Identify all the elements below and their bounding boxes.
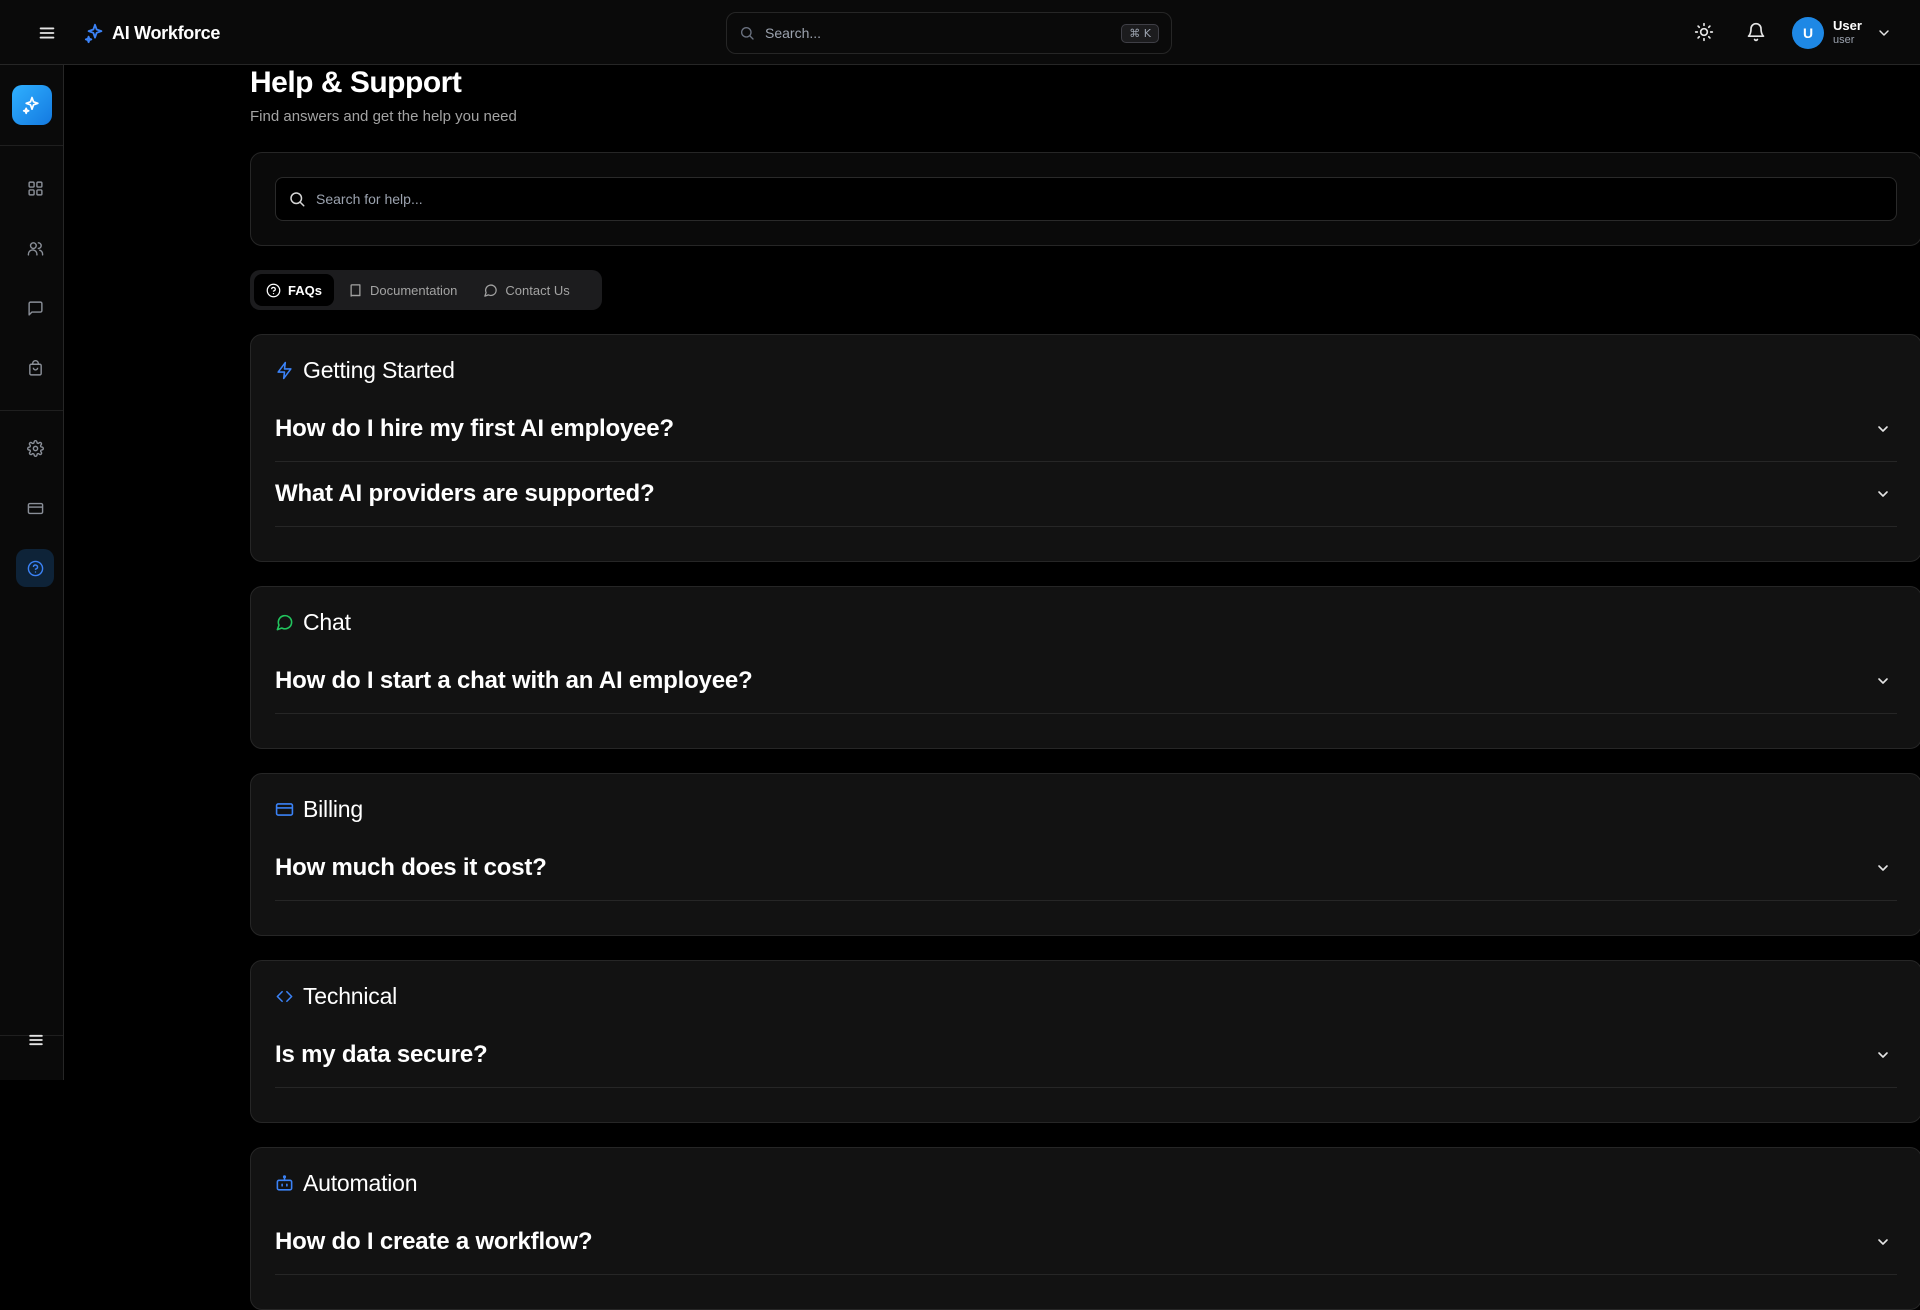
robot-icon: [275, 1174, 294, 1193]
sidebar-divider: [0, 410, 63, 411]
user-name: User: [1833, 18, 1862, 34]
section-title: Billing: [303, 796, 363, 822]
section-title: Automation: [303, 1170, 418, 1196]
search-icon: [739, 25, 755, 41]
faq-question: What AI providers are supported?: [275, 480, 655, 507]
sidebar-item-marketplace[interactable]: [16, 349, 54, 387]
faq-item[interactable]: How do I create a workflow?: [275, 1210, 1897, 1275]
chevron-down-icon: [1875, 1047, 1891, 1063]
chevron-down-icon: [1875, 673, 1891, 689]
message-circle-icon: [483, 283, 498, 298]
tab-label: FAQs: [288, 282, 322, 298]
faq-item[interactable]: How much does it cost?: [275, 836, 1897, 901]
sidebar-item-dashboard[interactable]: [16, 169, 54, 207]
menu-icon[interactable]: [36, 22, 58, 44]
gear-icon: [26, 439, 44, 457]
faq-section-technical: Technical Is my data secure?: [250, 960, 1920, 1123]
chevron-down-icon: [1875, 1234, 1891, 1250]
chevron-down-icon: [1875, 421, 1891, 437]
bell-icon[interactable]: [1746, 22, 1766, 42]
help-search-input[interactable]: [316, 191, 1896, 207]
faq-section-chat: Chat How do I start a chat with an AI em…: [250, 586, 1920, 749]
faq-section-getting-started: Getting Started How do I hire my first A…: [250, 334, 1920, 562]
faq-question: How do I start a chat with an AI employe…: [275, 667, 753, 694]
sparkle-icon: [84, 22, 106, 44]
sidebar-item-help[interactable]: [16, 549, 54, 587]
chevron-down-icon: [1875, 860, 1891, 876]
users-icon: [27, 240, 44, 257]
help-search-card: [250, 152, 1920, 246]
tab-faqs[interactable]: FAQs: [254, 274, 334, 306]
theme-toggle-sun-icon[interactable]: [1694, 22, 1714, 42]
sidebar-item-chat[interactable]: [16, 289, 54, 327]
sidebar: [0, 65, 64, 1080]
section-title: Technical: [303, 983, 398, 1009]
page-title: Help & Support: [250, 66, 462, 99]
avatar: U: [1792, 17, 1824, 49]
code-icon: [275, 987, 294, 1006]
faq-question: Is my data secure?: [275, 1041, 488, 1068]
faq-item[interactable]: How do I hire my first AI employee?: [275, 397, 1897, 462]
sidebar-item-settings[interactable]: [16, 429, 54, 467]
faq-question: How do I hire my first AI employee?: [275, 415, 674, 442]
help-circle-icon: [27, 560, 44, 577]
sidebar-item-billing[interactable]: [16, 489, 54, 527]
faq-item[interactable]: What AI providers are supported?: [275, 462, 1897, 527]
shopping-bag-icon: [27, 359, 44, 377]
chat-icon: [27, 300, 44, 317]
faq-item[interactable]: Is my data secure?: [275, 1023, 1897, 1088]
brand[interactable]: AI Workforce: [84, 20, 220, 46]
tab-label: Documentation: [369, 282, 458, 298]
help-circle-icon: [266, 283, 281, 298]
faq-question: How much does it cost?: [275, 854, 547, 881]
lightning-icon: [275, 361, 294, 380]
dashboard-grid-icon: [27, 180, 44, 197]
page-subtitle: Find answers and get the help you need: [250, 108, 517, 125]
brand-name: AI Workforce: [112, 22, 221, 43]
faq-question: How do I create a workflow?: [275, 1228, 593, 1255]
sidebar-divider: [0, 145, 63, 146]
help-tabs: FAQs Documentation Contact Us: [250, 270, 602, 310]
user-role: user: [1833, 34, 1855, 47]
message-circle-icon: [275, 613, 294, 632]
section-title: Getting Started: [303, 357, 455, 383]
tab-label: Contact Us: [505, 282, 570, 298]
chevron-down-icon: [1876, 25, 1892, 41]
chevron-down-icon: [1875, 486, 1891, 502]
help-search-box[interactable]: [275, 177, 1897, 221]
book-icon: [348, 283, 363, 298]
tab-documentation[interactable]: Documentation: [336, 274, 469, 306]
search-icon: [288, 190, 306, 208]
user-menu[interactable]: U User user: [1792, 15, 1892, 51]
top-bar: AI Workforce Search... ⌘ K U User user: [0, 0, 1920, 65]
faq-item[interactable]: How do I start a chat with an AI employe…: [275, 649, 1897, 714]
keyboard-shortcut-badge: ⌘ K: [1121, 23, 1159, 43]
sidebar-item-employees[interactable]: [16, 229, 54, 267]
faq-section-automation: Automation How do I create a workflow?: [250, 1147, 1920, 1310]
section-title: Chat: [303, 609, 351, 635]
sidebar-logo-button[interactable]: [12, 85, 52, 125]
sidebar-collapse-menu-icon[interactable]: [26, 1030, 46, 1050]
global-search[interactable]: Search... ⌘ K: [726, 12, 1172, 54]
faq-section-billing: Billing How much does it cost?: [250, 773, 1920, 936]
credit-card-icon: [27, 500, 44, 517]
tab-contact-us[interactable]: Contact Us: [471, 274, 581, 306]
global-search-placeholder: Search...: [765, 25, 822, 41]
credit-card-icon: [275, 800, 294, 819]
